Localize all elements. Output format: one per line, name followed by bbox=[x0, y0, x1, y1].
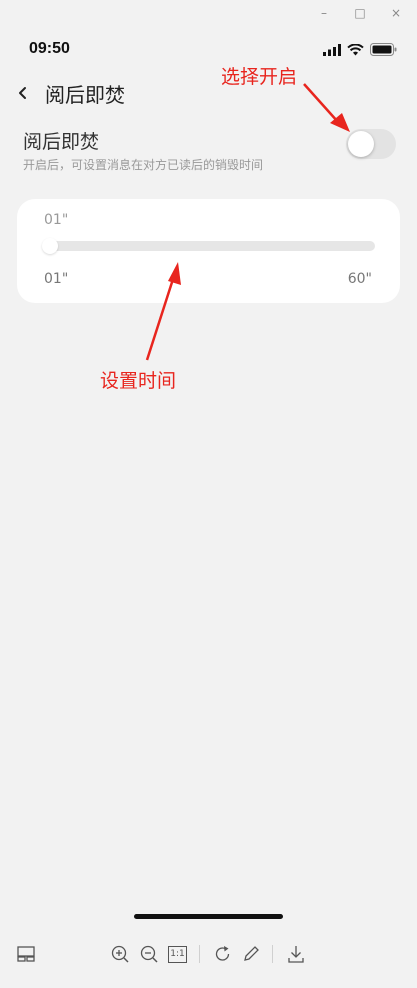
close-button[interactable]: × bbox=[389, 6, 403, 20]
rotate-icon[interactable] bbox=[213, 944, 233, 964]
maximize-button[interactable]: □ bbox=[353, 6, 367, 20]
annotation-enable: 选择开启 bbox=[221, 66, 298, 88]
slider-thumb[interactable] bbox=[42, 238, 58, 254]
status-time: 09:50 bbox=[29, 40, 70, 57]
burn-after-reading-toggle[interactable] bbox=[346, 129, 396, 159]
toolbar-separator bbox=[199, 945, 200, 963]
slider-max-label: 60" bbox=[347, 271, 372, 287]
setting-title: 阅后即焚 bbox=[23, 131, 100, 153]
viewer-toolbar: 1:1 bbox=[0, 938, 417, 972]
battery-icon bbox=[370, 43, 397, 56]
zoom-out-icon[interactable] bbox=[139, 944, 159, 964]
layout-icon[interactable] bbox=[16, 944, 36, 964]
signal-icon bbox=[323, 43, 341, 56]
wifi-icon bbox=[347, 43, 364, 55]
nav-bar: 阅后即焚 bbox=[0, 78, 417, 110]
actual-size-icon[interactable]: 1:1 bbox=[168, 946, 187, 963]
back-arrow-icon[interactable] bbox=[14, 80, 34, 106]
arrowhead-toggle bbox=[330, 113, 350, 132]
setting-description: 开启后，可设置消息在对方已读后的销毁时间 bbox=[23, 158, 264, 172]
status-icons bbox=[323, 43, 397, 56]
page-title: 阅后即焚 bbox=[45, 83, 125, 107]
timer-slider[interactable] bbox=[42, 238, 375, 254]
window-controls: – □ × bbox=[317, 6, 403, 20]
minimize-button[interactable]: – bbox=[317, 6, 331, 20]
annotation-set-time: 设置时间 bbox=[100, 370, 177, 392]
toolbar-separator bbox=[272, 945, 273, 963]
toggle-knob bbox=[348, 131, 374, 157]
status-bar: 09:50 bbox=[0, 40, 417, 62]
slider-min-label: 01" bbox=[44, 271, 69, 287]
download-icon[interactable] bbox=[286, 944, 306, 964]
edit-icon[interactable] bbox=[241, 944, 261, 964]
timer-card: 01" 01" 60" bbox=[17, 199, 400, 303]
current-time-value: 01" bbox=[44, 212, 69, 228]
home-indicator bbox=[134, 914, 283, 919]
zoom-in-icon[interactable] bbox=[110, 944, 130, 964]
